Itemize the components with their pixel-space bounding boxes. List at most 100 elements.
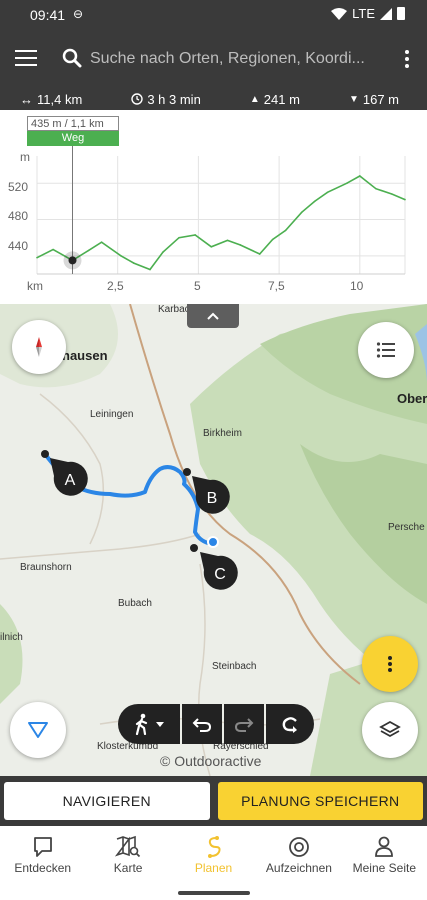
navigate-button[interactable]: NAVIGIEREN (4, 782, 210, 820)
stat-descent: ▼ 167 m (349, 92, 399, 107)
waypoint-label: B (207, 490, 218, 507)
status-time: 09:41 (30, 7, 66, 23)
waypoint-marker-c[interactable]: C (198, 550, 238, 592)
elevation-point (239, 244, 242, 246)
nav-label: Entdecken (14, 861, 72, 875)
y-tick-label: 480 (8, 209, 29, 223)
network-label: LTE (352, 6, 375, 21)
redo-icon (234, 718, 254, 732)
elevation-point (194, 234, 196, 236)
elevation-point (226, 239, 229, 242)
place-label: Persche (388, 522, 425, 533)
waypoint-label: A (65, 472, 76, 489)
nav-item-aufzeichnen[interactable]: Aufzeichnen (256, 826, 341, 882)
x-tick-label: 10 (350, 279, 364, 293)
elevation-point (346, 182, 348, 185)
map-search-icon (115, 835, 141, 858)
x-tick-label: 2,5 (107, 279, 124, 293)
waypoint-marker-b[interactable]: B (190, 474, 230, 516)
filter-button[interactable] (10, 702, 66, 758)
elevation-point (300, 211, 303, 214)
route-icon (207, 836, 221, 858)
walking-icon (135, 713, 148, 735)
elevation-point (284, 229, 287, 232)
nav-label: Meine Seite (352, 861, 417, 875)
nav-item-meine-seite[interactable]: Meine Seite (342, 826, 427, 882)
list-view-button[interactable] (358, 322, 414, 378)
place-label: Leiningen (90, 409, 134, 420)
more-options-icon[interactable] (405, 50, 409, 71)
status-icons: LTE (331, 6, 405, 21)
elevation-point (404, 198, 406, 201)
descent-icon: ▼ (348, 93, 359, 105)
compass-button[interactable] (12, 320, 66, 374)
elevation-point (359, 175, 361, 177)
planning-toolbar (118, 704, 314, 744)
compass-icon (36, 337, 42, 357)
elevation-point (120, 255, 122, 257)
signal-icon (380, 7, 392, 20)
elevation-point (149, 268, 151, 271)
duration-value: 3 h 3 min (147, 91, 201, 107)
clock-icon (131, 93, 144, 105)
gesture-bar (0, 882, 427, 900)
list-icon (376, 342, 395, 358)
x-tick-label: 7,5 (268, 279, 285, 293)
elevation-point (210, 245, 213, 248)
x-unit-label: km (27, 279, 43, 293)
elevation-point (52, 248, 54, 251)
profile-tooltip: 435 m / 1,1 km Weg (27, 116, 119, 146)
nav-item-entdecken[interactable]: Entdecken (0, 826, 85, 882)
search-input[interactable] (90, 48, 370, 70)
elevation-point (100, 241, 103, 244)
map-layers-button[interactable] (362, 702, 418, 758)
elevation-point (36, 256, 38, 259)
menu-icon[interactable] (15, 50, 37, 66)
profile-marker (68, 256, 77, 265)
search-header (0, 30, 427, 88)
descent-value: 167 m (362, 91, 399, 107)
wifi-icon (331, 7, 348, 20)
y-tick-label: 440 (8, 239, 29, 253)
collapse-profile-button[interactable] (187, 304, 239, 328)
undo-icon (192, 718, 212, 732)
battery-icon (397, 7, 405, 20)
action-bar: NAVIGIEREN PLANUNG SPEICHERN (0, 776, 427, 826)
status-bar: 09:41 ⊖ LTE (0, 0, 427, 30)
elevation-profile[interactable]: 435 m / 1,1 km Weg m 520 480 440 km 2,5 … (0, 110, 427, 304)
elevation-point (178, 236, 180, 239)
save-plan-button[interactable]: PLANUNG SPEICHERN (217, 782, 423, 820)
record-icon (289, 837, 309, 857)
route-stats: ↔ 11,4 km 3 h 3 min ▲ 241 m ▼ 167 m (0, 88, 427, 110)
bottom-navigation: Entdecken Karte Planen Aufzeichnen Meine… (0, 826, 427, 882)
nav-item-planen[interactable]: Planen (171, 826, 256, 882)
more-actions-button[interactable] (362, 636, 418, 692)
waypoint-marker-a[interactable]: A (48, 456, 88, 498)
round-trip-button[interactable] (266, 704, 314, 744)
layers-icon (379, 720, 401, 738)
place-label: Braunshorn (20, 562, 72, 573)
nav-label: Aufzeichnen (265, 861, 332, 875)
undo-button[interactable] (182, 704, 222, 744)
nav-label: Karte (113, 861, 143, 875)
map-view[interactable]: hausen Leiningen Birkheim Braunshorn Bub… (0, 304, 427, 776)
distance-icon: ↔ (20, 91, 33, 107)
elevation-point (271, 238, 274, 241)
x-tick-label: 5 (194, 279, 201, 293)
ascent-value: 241 m (263, 91, 300, 107)
place-label: Steinbach (212, 661, 257, 672)
y-tick-label: 520 (8, 180, 29, 194)
chat-bubble-icon (33, 837, 52, 857)
stat-duration: 3 h 3 min (131, 91, 201, 107)
person-icon (375, 836, 394, 857)
tooltip-surface: Weg (27, 131, 119, 146)
activity-type-button[interactable] (118, 704, 180, 744)
elevation-point (326, 191, 329, 194)
nav-item-karte[interactable]: Karte (85, 826, 170, 882)
more-vertical-icon (388, 656, 392, 672)
search-icon[interactable] (62, 48, 82, 68)
elevation-point (162, 251, 164, 254)
nav-label: Planen (194, 861, 233, 875)
place-label: Birkheim (203, 428, 242, 439)
redo-button[interactable] (224, 704, 264, 744)
